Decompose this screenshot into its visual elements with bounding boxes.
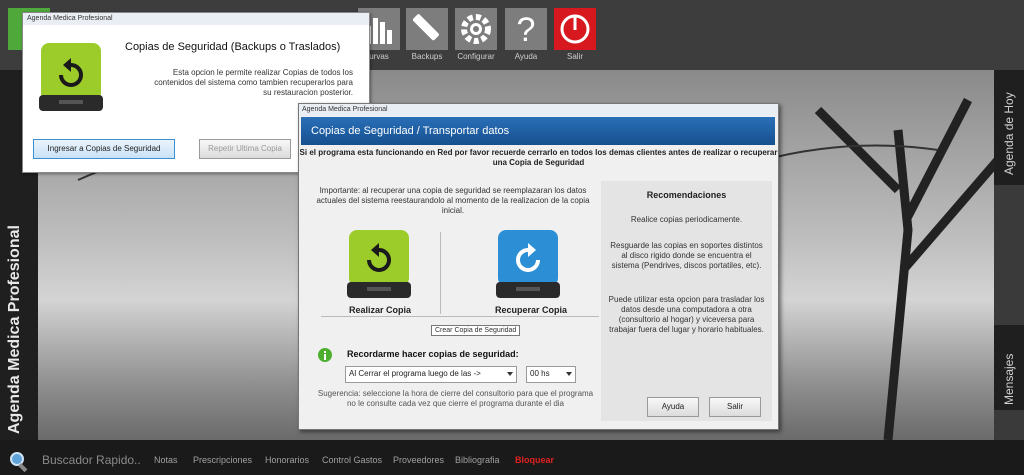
dialog2-header-title: Copias de Seguridad / Transportar datos: [311, 125, 510, 137]
time-select[interactable]: 00 hs: [526, 366, 576, 383]
nav-notas[interactable]: Notas: [154, 455, 178, 465]
toolbar-button-configurar[interactable]: [455, 8, 497, 50]
chevron-down-icon: [566, 372, 572, 376]
pencil-icon: [412, 14, 439, 41]
question-icon: ?: [517, 11, 536, 49]
app-title: Agenda Medica Profesional: [6, 225, 23, 434]
recommendation-2: Resguarde las copias en soportes distint…: [610, 241, 763, 270]
nav-proveedores[interactable]: Proveedores: [393, 455, 444, 465]
bottom-bar: Buscador Rapido.. Notas Prescripciones H…: [0, 440, 1024, 475]
remind-select[interactable]: Al Cerrar el programa luego de las ->: [345, 366, 517, 383]
recommendation-1: Realice copias periodicamente.: [630, 215, 743, 224]
tab-mensajes[interactable]: Mensajes: [994, 325, 1024, 410]
section-divider: [321, 316, 599, 317]
nav-control-gastos[interactable]: Control Gastos: [322, 455, 382, 465]
nav-prescripciones[interactable]: Prescripciones: [193, 455, 252, 465]
remind-select-value: Al Cerrar el programa luego de las ->: [349, 369, 481, 378]
ingresar-copias-button[interactable]: Ingresar a Copias de Seguridad: [33, 139, 175, 159]
remind-label: Recordarme hacer copias de seguridad:: [347, 349, 519, 359]
dialog2-titlebar: Agenda Medica Profesional: [299, 104, 778, 116]
nav-bloquear[interactable]: Bloquear: [515, 455, 554, 465]
realizar-copia-icon[interactable]: [345, 230, 415, 300]
recuperar-copia-icon[interactable]: [494, 230, 564, 300]
network-warning: Si el programa esta funcionando en Red p…: [299, 148, 778, 167]
nav-bibliografia[interactable]: Bibliografia: [455, 455, 500, 465]
time-select-value: 00 hs: [530, 369, 550, 378]
nav-honorarios[interactable]: Honorarios: [265, 455, 309, 465]
chevron-down-icon: [507, 372, 513, 376]
recommendations-title: Recomendaciones: [646, 190, 727, 200]
recuperar-copia-label[interactable]: Recuperar Copia: [495, 305, 567, 315]
tab-agenda-de-hoy-label: Agenda de Hoy: [1002, 92, 1016, 175]
toolbar-button-backups[interactable]: [406, 8, 448, 50]
recommendations-panel: Recomendaciones Realice copias periodica…: [601, 181, 772, 421]
realizar-copia-label[interactable]: Realizar Copia: [349, 305, 411, 315]
dialog1-titlebar: Agenda Medica Profesional: [23, 13, 369, 25]
recommendation-3: Puede utilizar esta opcion para traslada…: [608, 295, 765, 334]
info-icon: [318, 348, 332, 362]
important-note: Importante: al recuperar una copia de se…: [316, 186, 590, 215]
icon-divider: [440, 232, 441, 314]
toolbar-label-salir: Salir: [566, 52, 583, 61]
green-drive-icon: [39, 43, 103, 111]
suggestion-text: Sugerencia: seleccione la hora de cierre…: [317, 389, 594, 408]
dialog1-description: Esta opcion le permite realizar Copias d…: [154, 68, 353, 97]
backup-transport-dialog: Agenda Medica Profesional Copias de Segu…: [298, 103, 779, 430]
tab-agenda-de-hoy[interactable]: Agenda de Hoy: [994, 70, 1024, 185]
tooltip: Crear Copia de Seguridad: [431, 325, 521, 336]
quick-search-input[interactable]: Buscador Rapido..: [42, 453, 141, 467]
dialog1-window-title: Agenda Medica Profesional: [27, 15, 113, 22]
toolbar-button-ayuda[interactable]: ?: [505, 8, 547, 50]
ayuda-button[interactable]: Ayuda: [647, 397, 699, 417]
repetir-copia-button[interactable]: Repetir Ultima Copia: [199, 139, 291, 159]
svg-text:?: ?: [517, 11, 536, 49]
toolbar-button-salir[interactable]: [554, 8, 596, 50]
salir-button[interactable]: Salir: [709, 397, 761, 417]
power-icon: [560, 14, 590, 44]
tab-mensajes-label: Mensajes: [1002, 353, 1016, 405]
gear-icon: [461, 14, 491, 44]
dialog1-heading: Copias de Seguridad (Backups o Traslados…: [125, 41, 341, 53]
dialog2-window-title: Agenda Medica Profesional: [302, 106, 388, 113]
dialog2-header: Copias de Seguridad / Transportar datos: [301, 117, 775, 145]
search-icon[interactable]: [8, 450, 32, 474]
